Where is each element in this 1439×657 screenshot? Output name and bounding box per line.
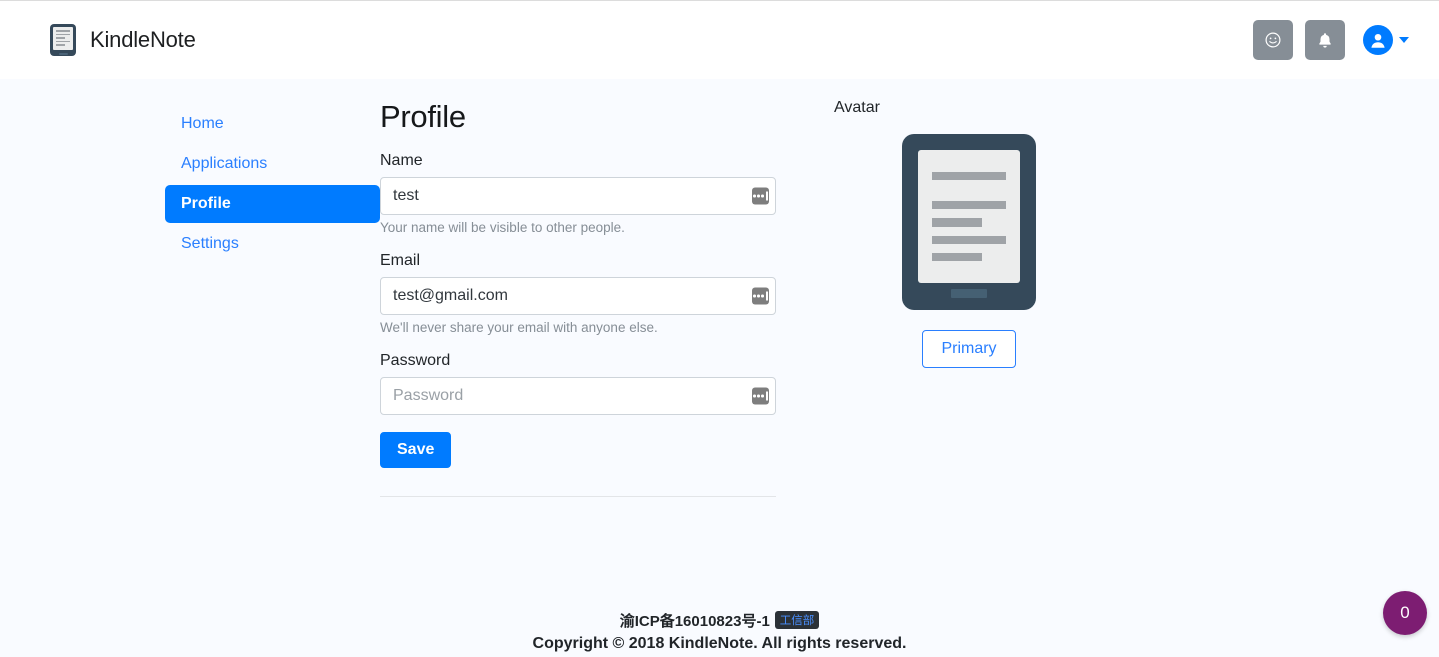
sidebar-item-profile[interactable]: Profile — [165, 185, 380, 223]
kindle-line — [56, 30, 70, 32]
email-help-text: We'll never share your email with anyone… — [380, 320, 658, 335]
brand-title: KindleNote — [90, 27, 196, 52]
user-menu[interactable] — [1363, 25, 1409, 55]
main-content: Profile Name Your name will be visible t… — [380, 99, 1439, 497]
profile-form: Profile Name Your name will be visible t… — [380, 99, 776, 497]
kindle-line — [932, 235, 1006, 244]
kindle-home-button — [951, 289, 987, 298]
icp-number: 渝ICP备16010823号-1 — [619, 613, 770, 630]
primary-button-wrap: Primary — [922, 330, 1016, 368]
avatar — [1363, 25, 1393, 55]
email-field-group: Email We'll never share your email with … — [380, 252, 776, 335]
sidebar-nav: Home Applications Profile Settings — [165, 99, 380, 497]
notifications-button[interactable] — [1305, 20, 1345, 60]
email-label: Email — [380, 252, 421, 269]
autofill-icon[interactable] — [752, 387, 769, 405]
name-help-text: Your name will be visible to other peopl… — [380, 220, 625, 235]
avatar-box: Primary — [834, 134, 1104, 368]
sidebar-item-settings[interactable]: Settings — [165, 225, 380, 263]
autofill-icon[interactable] — [752, 187, 769, 205]
name-label: Name — [380, 152, 423, 169]
kindle-line — [932, 252, 982, 262]
name-field-group: Name Your name will be visible to other … — [380, 152, 776, 235]
user-circle-icon — [1371, 33, 1385, 48]
password-input[interactable] — [380, 377, 776, 415]
kindle-screen — [918, 150, 1020, 283]
sidebar-item-home[interactable]: Home — [165, 105, 380, 143]
primary-button[interactable]: Primary — [922, 330, 1016, 368]
icp-badge[interactable]: 工信部 — [774, 611, 820, 629]
kindle-line — [56, 37, 65, 39]
kindle-line — [932, 201, 1006, 210]
kindle-ereader-icon — [50, 24, 76, 56]
navbar-actions — [1253, 20, 1409, 60]
name-input-wrap — [380, 177, 776, 215]
avatar-label: Avatar — [834, 99, 880, 116]
kindle-line — [56, 40, 70, 43]
email-input[interactable] — [380, 277, 776, 315]
kindle-line — [56, 44, 65, 46]
kindle-home-button — [58, 52, 68, 55]
floating-counter-badge[interactable]: 0 — [1383, 591, 1427, 635]
autofill-icon[interactable] — [752, 287, 769, 305]
icp-line: 渝ICP备16010823号-1 工信部 — [0, 610, 1439, 631]
smiley-button[interactable] — [1253, 20, 1293, 60]
password-field-group: Password — [380, 352, 776, 415]
kindle-line — [932, 218, 982, 227]
kindle-line — [56, 33, 70, 36]
password-input-wrap — [380, 377, 776, 415]
sidebar-item-applications[interactable]: Applications — [165, 145, 380, 183]
save-button[interactable]: Save — [380, 432, 452, 468]
brand-logo-link[interactable]: KindleNote — [50, 24, 196, 56]
page-body: Home Applications Profile Settings Profi… — [0, 79, 1439, 497]
kindle-line — [932, 172, 1006, 181]
copyright-text: Copyright © 2018 KindleNote. All rights … — [532, 635, 907, 652]
kindle-ereader-icon — [902, 134, 1036, 310]
chevron-down-icon — [1399, 37, 1409, 43]
password-label: Password — [380, 352, 451, 369]
page-footer: 渝ICP备16010823号-1 工信部 Copyright © 2018 Kin… — [0, 610, 1439, 653]
avatar-section: Avatar Primary — [834, 99, 1104, 497]
name-input[interactable] — [380, 177, 776, 215]
page-title: Profile — [380, 99, 466, 134]
form-divider — [380, 496, 776, 497]
smiley-icon — [1265, 32, 1281, 48]
bell-icon — [1319, 32, 1331, 48]
top-navbar: KindleNote — [0, 1, 1439, 79]
email-input-wrap — [380, 277, 776, 315]
kindle-screen — [53, 27, 73, 50]
